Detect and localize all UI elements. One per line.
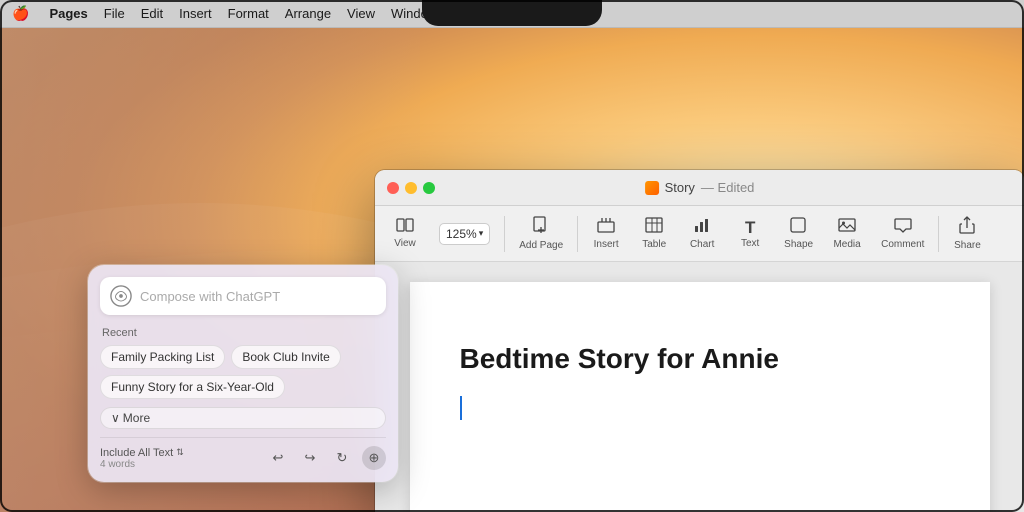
media-label: Media [833,239,860,250]
pages-toolbar: View 125% ▾ Add Page [375,206,1024,262]
zoom-selector[interactable]: 125% ▾ [439,223,490,245]
menubar-edit[interactable]: Edit [141,6,163,21]
share-label: Share [954,240,981,251]
more-chevron-icon: ∨ [111,411,120,425]
toolbar-media[interactable]: Media [825,213,869,254]
chatgpt-footer: Include All Text ⇅ 4 words ↩ ↪ ↻ ⊕ [100,437,386,470]
add-page-icon [533,216,549,238]
recent-items-list: Family Packing List Book Club Invite Fun… [100,345,386,399]
view-label: View [394,238,416,249]
window-titlebar: Story — Edited [375,170,1024,206]
undo-button[interactable]: ↩ [266,446,290,470]
menubar-format[interactable]: Format [228,6,269,21]
include-all-text[interactable]: Include All Text ⇅ [100,447,184,459]
chatgpt-input-area[interactable]: Compose with ChatGPT [100,277,386,315]
recent-item-funny-story[interactable]: Funny Story for a Six-Year-Old [100,375,285,399]
more-label: More [123,411,150,425]
view-icon [396,218,414,236]
recent-label: Recent [100,327,386,339]
toolbar-table[interactable]: Table [632,213,676,254]
window-controls [387,182,435,194]
share-icon [959,216,975,238]
more-button[interactable]: ∨ More [100,407,386,429]
toolbar-add-page[interactable]: Add Page [511,212,571,255]
menubar-file[interactable]: File [104,6,125,21]
close-button[interactable] [387,182,399,194]
text-label: Text [741,238,759,249]
toolbar-text[interactable]: T Text [728,215,772,253]
redo-button[interactable]: ↪ [298,446,322,470]
include-chevron-icon: ⇅ [176,447,184,458]
document-title: Bedtime Story for Annie [460,342,940,376]
insert-label: Insert [594,239,619,250]
toolbar-shape[interactable]: Shape [776,213,821,254]
pages-document[interactable]: Bedtime Story for Annie [410,282,990,512]
zoom-value: 125% [446,227,477,241]
include-label: Include All Text [100,447,173,459]
toolbar-separator-3 [938,216,939,252]
refresh-button[interactable]: ↻ [330,446,354,470]
word-count: 4 words [100,459,184,470]
toolbar-separator-1 [504,216,505,252]
toolbar-separator-2 [577,216,578,252]
recent-item-book-club[interactable]: Book Club Invite [231,345,340,369]
add-page-label: Add Page [519,240,563,251]
toolbar-chart[interactable]: Chart [680,213,724,254]
toolbar-zoom[interactable]: 125% ▾ [431,219,498,249]
comment-label: Comment [881,239,924,250]
pages-window: Story — Edited View 125% ▾ [375,170,1024,512]
chatgpt-logo [110,285,132,307]
shape-label: Shape [784,239,813,250]
minimize-button[interactable] [405,182,417,194]
menubar-insert[interactable]: Insert [179,6,212,21]
camera-notch [422,0,602,26]
media-icon [838,217,856,237]
toolbar-insert[interactable]: Insert [584,213,628,254]
footer-actions: ↩ ↪ ↻ ⊕ [266,446,386,470]
shape-icon [790,217,807,237]
window-title: Story — Edited [645,180,755,195]
recent-item-family-packing[interactable]: Family Packing List [100,345,225,369]
toolbar-view[interactable]: View [383,214,427,253]
window-title-text: Story [665,180,695,195]
document-cursor [460,396,940,420]
chatgpt-popup: Compose with ChatGPT Recent Family Packi… [88,265,398,482]
zoom-chevron: ▾ [479,228,484,239]
toolbar-comment[interactable]: Comment [873,213,932,254]
maximize-button[interactable] [423,182,435,194]
comment-icon [894,217,912,237]
chart-label: Chart [690,239,714,250]
menubar-pages[interactable]: Pages [49,6,87,21]
pages-content: Bedtime Story for Annie [375,262,1024,512]
include-text-area: Include All Text ⇅ 4 words [100,447,184,470]
insert-icon [597,217,615,237]
chatgpt-input-placeholder[interactable]: Compose with ChatGPT [140,289,376,304]
chart-icon [693,217,711,237]
window-edited-label: — Edited [701,180,754,195]
add-button[interactable]: ⊕ [362,446,386,470]
table-label: Table [642,239,666,250]
pages-document-icon [645,181,659,195]
apple-menu[interactable]: 🍎 [12,5,29,22]
menubar-view[interactable]: View [347,6,375,21]
menubar-arrange[interactable]: Arrange [285,6,331,21]
text-cursor [460,396,462,420]
text-icon: T [745,219,755,236]
table-icon [645,217,663,237]
toolbar-share[interactable]: Share [945,212,989,255]
